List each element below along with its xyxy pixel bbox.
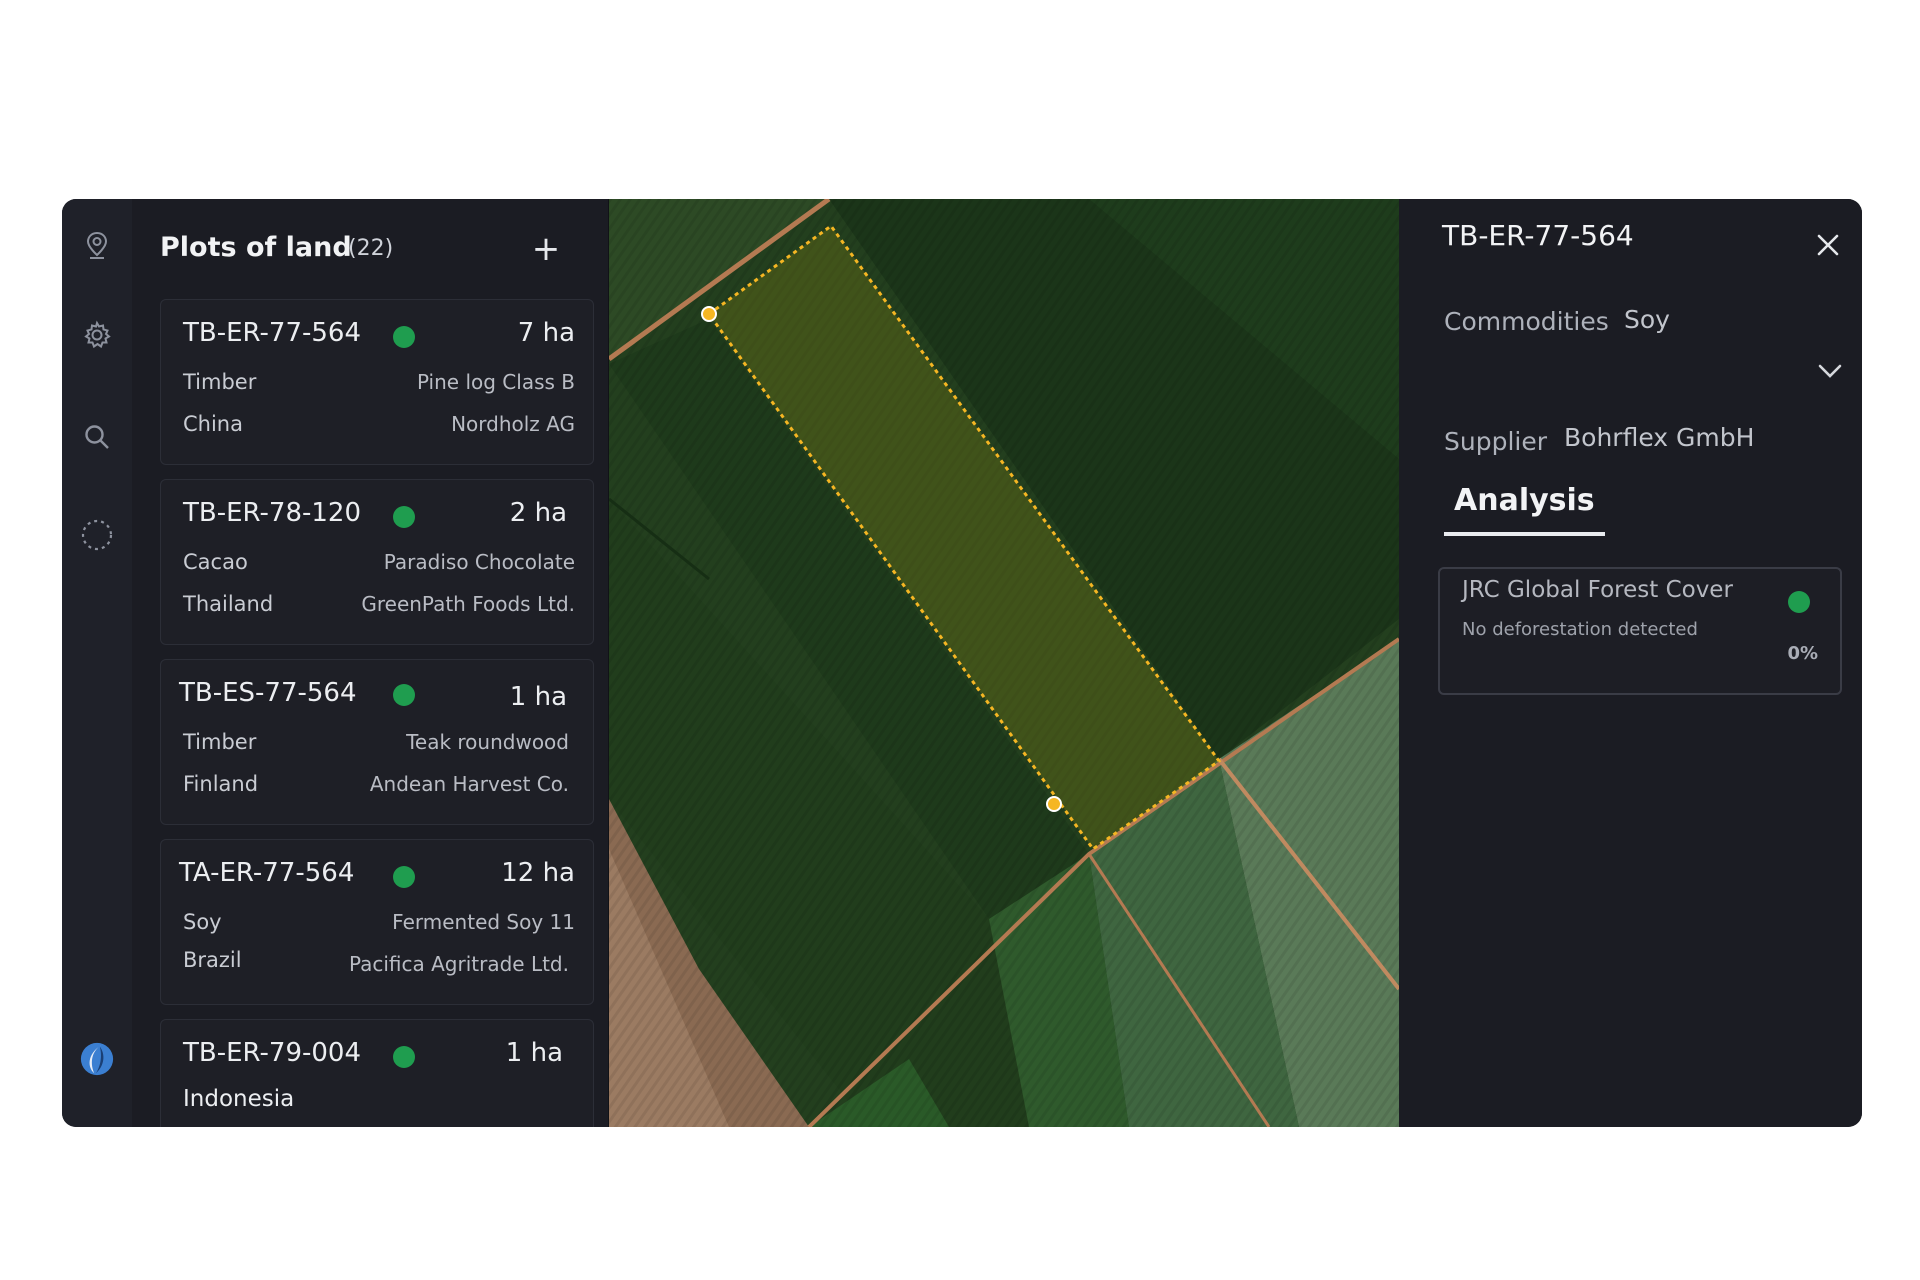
plot-country: Finland	[183, 772, 259, 796]
plot-commodity: Cacao	[183, 550, 248, 574]
add-plot-button[interactable]: +	[524, 229, 568, 273]
plot-detail-panel: TB-ER-77-564 Commodities Soy Supplier Bo…	[1400, 199, 1862, 1127]
plot-card-2[interactable]: TB-ER-78-120 2 ha Cacao Paradiso Chocola…	[160, 479, 594, 645]
plot-company: Pacifica Agritrade Ltd.	[348, 952, 569, 976]
close-icon[interactable]	[1806, 223, 1850, 267]
plot-commodity: Timber	[183, 370, 257, 394]
plot-product: Fermented Soy 11	[392, 910, 575, 934]
plot-country: China	[183, 412, 243, 436]
analysis-name: JRC Global Forest Cover	[1462, 577, 1733, 603]
status-dot	[393, 1046, 415, 1068]
plot-company: Nordholz AG	[451, 412, 575, 436]
plots-title: Plots of land	[160, 232, 352, 263]
plot-commodity: Soy	[183, 910, 222, 934]
analysis-status: No deforestation detected	[1462, 619, 1698, 640]
search-icon[interactable]	[79, 419, 115, 455]
status-dot	[393, 506, 415, 528]
satellite-map[interactable]	[609, 199, 1399, 1127]
plot-area: 1 ha	[509, 682, 567, 712]
plot-area: 1 ha	[505, 1038, 563, 1068]
plot-id: TB-ES-77-564	[179, 678, 357, 708]
plot-area: 7 ha	[517, 318, 575, 348]
plot-card-5[interactable]: TB-ER-79-004 1 ha Indonesia	[160, 1019, 594, 1127]
status-dot	[393, 326, 415, 348]
plots-count: (22)	[348, 236, 394, 261]
analysis-status-dot	[1788, 591, 1810, 613]
plot-id: TB-ER-78-120	[183, 498, 362, 528]
plots-header: Plots of land (22) +	[160, 229, 590, 273]
plot-company: GreenPath Foods Ltd.	[361, 592, 575, 616]
commodities-label: Commodities	[1444, 307, 1609, 336]
analysis-percent: 0%	[1787, 643, 1818, 664]
status-dot	[393, 866, 415, 888]
commodities-value: Soy	[1624, 305, 1670, 334]
plot-card-1[interactable]: TB-ER-77-564 7 ha Timber Pine log Class …	[160, 299, 594, 465]
chevron-down-icon[interactable]	[1812, 353, 1848, 389]
detail-plot-id: TB-ER-77-564	[1442, 219, 1634, 252]
supplier-label: Supplier	[1444, 427, 1548, 456]
plot-country: Indonesia	[183, 1086, 295, 1112]
plot-card-3[interactable]: TB-ES-77-564 1 ha Timber Teak roundwood …	[160, 659, 594, 825]
app-window: Plots of land (22) + TB-ER-77-564 7 ha T…	[62, 199, 1862, 1127]
analysis-card[interactable]: JRC Global Forest Cover No deforestation…	[1438, 567, 1842, 695]
plot-country: Thailand	[183, 592, 274, 616]
plot-commodity: Timber	[183, 730, 257, 754]
plot-card-4[interactable]: TA-ER-77-564 12 ha Soy Fermented Soy 11 …	[160, 839, 594, 1005]
supplier-value: Bohrflex GmbH	[1564, 423, 1755, 452]
plot-product: Teak roundwood	[406, 730, 569, 754]
plot-area: 12 ha	[501, 858, 575, 888]
plot-id: TB-ER-79-004	[183, 1038, 362, 1068]
plot-area: 2 ha	[509, 498, 567, 528]
plot-country: Brazil	[183, 948, 242, 972]
status-dot	[393, 684, 415, 706]
icon-rail	[62, 199, 133, 1127]
plot-product: Pine log Class B	[416, 370, 575, 394]
plots-panel: Plots of land (22) + TB-ER-77-564 7 ha T…	[132, 199, 609, 1127]
plot-id: TA-ER-77-564	[179, 858, 355, 888]
map-pin-icon[interactable]	[79, 227, 115, 263]
brand-logo-icon[interactable]	[79, 1041, 115, 1077]
tab-analysis[interactable]: Analysis	[1444, 483, 1605, 536]
plot-company: Andean Harvest Co.	[369, 772, 569, 796]
plot-product: Paradiso Chocolate	[383, 550, 575, 574]
plot-id: TB-ER-77-564	[183, 318, 362, 348]
gear-icon[interactable]	[79, 317, 115, 353]
loading-circle-icon[interactable]	[79, 517, 115, 553]
